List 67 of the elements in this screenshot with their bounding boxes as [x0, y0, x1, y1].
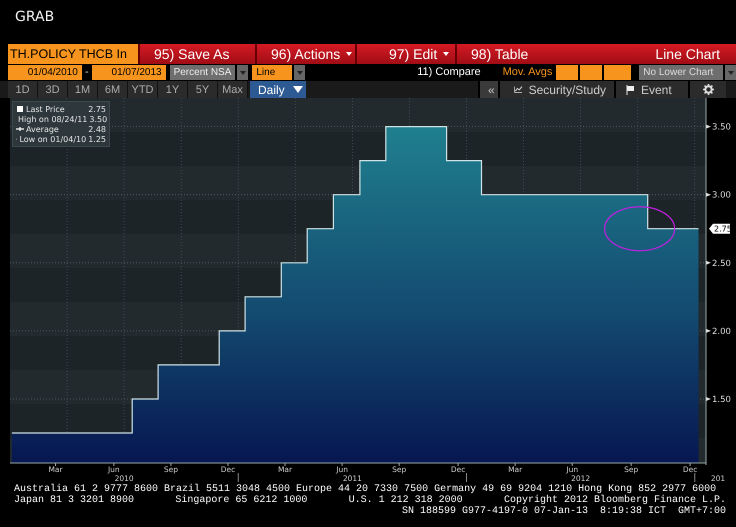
period-tab[interactable]: 1D: [8, 81, 38, 98]
menu-button[interactable]: 95) Save As: [138, 44, 255, 64]
caret-icon: [296, 70, 303, 74]
axis-label: 3.00: [712, 190, 731, 201]
menu-button[interactable]: 97) Edit: [355, 44, 455, 64]
input-field[interactable]: [580, 65, 602, 80]
dropdown-button[interactable]: [294, 65, 306, 80]
chart-type-dropdown[interactable]: Line: [252, 65, 292, 80]
contact-text: Copyright 2012 Bloomberg Finance L.P.: [504, 495, 726, 506]
tick-marker-icon: [706, 397, 711, 401]
frequency-dropdown[interactable]: Daily: [250, 81, 306, 98]
tick-marker-icon: [706, 192, 711, 197]
input-field[interactable]: [556, 65, 578, 80]
dropdown-button[interactable]: [725, 65, 736, 80]
legend-label: Last Price: [26, 104, 66, 114]
period-tab[interactable]: 5Y: [188, 81, 218, 98]
axis-label: 3.50: [712, 122, 731, 133]
legend-label: Average: [26, 124, 60, 134]
menu-button[interactable]: 96) Actions: [255, 44, 355, 64]
contact-text: U.S. 1 212 318 2000: [348, 495, 463, 506]
axis-label: 2.00: [712, 326, 731, 337]
collapse-button[interactable]: «: [478, 81, 498, 98]
end-date-field[interactable]: 01/07/2013: [92, 65, 166, 80]
axis-label: 1.50: [712, 395, 731, 405]
contact-text: Singapore 65 6212 1000: [175, 495, 308, 506]
compare-button[interactable]: 11) Compare: [417, 65, 481, 81]
tick-marker-icon: [706, 260, 711, 265]
start-date-field[interactable]: 01/04/2010: [8, 65, 82, 80]
tick-marker-icon: [706, 328, 711, 333]
security-field[interactable]: TH.POLICY THCB In: [8, 44, 138, 64]
legend-label: Low on 01/04/10: [19, 134, 86, 144]
lower-chart-dropdown[interactable]: No Lower Chart: [639, 65, 724, 80]
period-tab[interactable]: 3D: [38, 81, 68, 98]
input-field[interactable]: [604, 65, 632, 80]
dropdown-button[interactable]: [237, 65, 248, 80]
view-title: Line Chart: [626, 44, 736, 64]
flag-icon: [626, 84, 635, 94]
chart-icon: [514, 84, 523, 95]
tick-marker-icon: [706, 124, 711, 129]
settings-icon: [702, 84, 714, 95]
contact-text: Japan 81 3 3201 8900: [14, 495, 134, 506]
period-tab[interactable]: Max: [218, 81, 248, 98]
ellipse-mark: [604, 206, 676, 252]
window-title: GRAB: [15, 9, 54, 25]
legend-value: 1.25: [88, 134, 106, 144]
caret-icon: [240, 70, 246, 74]
axis-label: 2.50: [712, 258, 731, 269]
event-button[interactable]: Event: [614, 81, 688, 98]
legend-value: 3.50: [89, 114, 108, 124]
average-marker-icon: [16, 125, 24, 133]
date-separator: -: [84, 65, 90, 80]
session-info: SN 188599 G977-4197-0 07-Jan-13 8:19:38 ICT GMT+7:00: [402, 506, 726, 517]
period-tab[interactable]: 1Y: [158, 81, 188, 98]
legend-label: High on 08/24/11: [18, 114, 88, 124]
legend-value: 2.75: [88, 104, 106, 114]
square-icon: [16, 105, 24, 113]
security-study-button[interactable]: Security/Study: [498, 81, 614, 98]
period-tab[interactable]: 1M: [68, 81, 98, 98]
contact-line: Australia 61 2 9777 8600 Brazil 5511 3048 4500 Europe 44 20 7330 7500 Germany 49 69 9204 1210 Hong Kong 852 2977 6000: [14, 484, 718, 495]
units-dropdown[interactable]: Percent NSA: [170, 65, 236, 80]
period-tab[interactable]: YTD: [128, 81, 158, 98]
menu-button[interactable]: 98) Table: [455, 44, 626, 64]
legend-value: 2.48: [88, 124, 106, 134]
period-tab[interactable]: 6M: [98, 81, 128, 98]
settings-button[interactable]: [688, 81, 726, 98]
moving-averages-label[interactable]: Mov. Avgs: [502, 65, 554, 81]
caret-icon: [728, 70, 734, 74]
